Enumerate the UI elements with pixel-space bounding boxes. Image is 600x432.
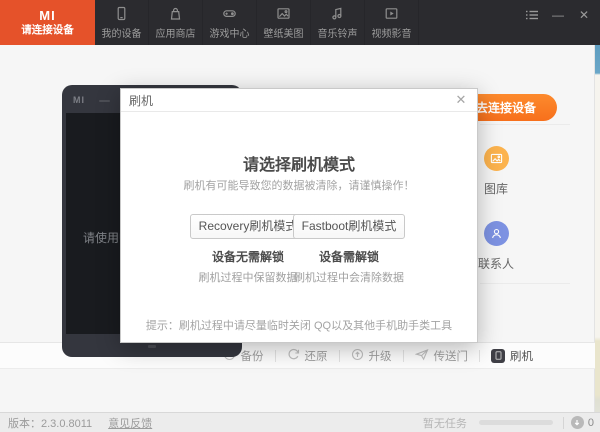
download-icon[interactable] xyxy=(570,416,584,429)
tab-wallpapers[interactable]: 壁纸美图 xyxy=(257,0,311,45)
task-progress-bar xyxy=(478,420,553,425)
flash-mode-dialog: 刷机 ✕ 请选择刷机模式 刷机有可能导致您的数据被清除，请谨慎操作！ Recov… xyxy=(120,88,478,343)
mi-logo: MI xyxy=(39,8,56,23)
fastboot-option: Fastboot刷机模式 设备需解锁 刷机过程中会清除数据 xyxy=(274,214,424,285)
task-area: 暂无任务 0 xyxy=(423,415,600,431)
tab-music[interactable]: 音乐铃声 xyxy=(311,0,365,45)
header-bar: MI 请连接设备 我的设备 应用商店 游戏中心 壁纸美图 音乐铃声 视频影音 —… xyxy=(0,0,600,45)
phone-icon xyxy=(114,6,129,26)
tab-app-store[interactable]: 应用商店 xyxy=(149,0,203,45)
toolbar-label: 升级 xyxy=(368,350,392,363)
toolbar-label: 还原 xyxy=(304,350,328,363)
phone-speaker xyxy=(99,100,110,102)
gallery-picture-icon xyxy=(483,146,509,171)
portal-plane-icon xyxy=(414,348,429,364)
toolbar-label: 刷机 xyxy=(510,350,533,363)
nav-tabs: 我的设备 应用商店 游戏中心 壁纸美图 音乐铃声 视频影音 xyxy=(95,0,419,45)
music-icon xyxy=(330,6,345,26)
tab-label: 游戏中心 xyxy=(209,28,250,40)
divider xyxy=(274,349,276,362)
fastboot-option-desc: 刷机过程中会清除数据 xyxy=(294,272,404,284)
fastboot-option-subtitle: 设备需解锁 xyxy=(318,250,379,264)
tab-video[interactable]: 视频影音 xyxy=(365,0,419,45)
bag-icon xyxy=(168,6,183,26)
phone-home-button xyxy=(148,345,156,348)
tab-label: 视频影音 xyxy=(371,28,412,40)
window-controls: — ✕ xyxy=(524,0,592,30)
tab-label: 音乐铃声 xyxy=(317,28,358,40)
dialog-heading: 请选择刷机模式 xyxy=(242,157,355,174)
phone-mi-logo: MI xyxy=(73,95,85,105)
video-icon xyxy=(384,6,399,26)
restore-button[interactable]: 还原 xyxy=(287,348,328,364)
tab-my-device[interactable]: 我的设备 xyxy=(95,0,149,45)
version-area: 版本：2.3.0.8011 意见反馈 xyxy=(0,415,152,431)
tab-label: 应用商店 xyxy=(155,28,196,40)
portal-button[interactable]: 传送门 xyxy=(414,348,469,364)
flash-icon xyxy=(491,348,505,363)
download-count: 0 xyxy=(587,416,594,429)
fastboot-mode-button[interactable]: Fastboot刷机模式 xyxy=(292,214,406,239)
tab-label: 壁纸美图 xyxy=(263,28,304,40)
tab-label: 我的设备 xyxy=(101,28,142,40)
dialog-warning-text: 刷机有可能导致您的数据被清除，请谨慎操作！ xyxy=(183,180,415,192)
minimize-icon[interactable]: — xyxy=(550,7,566,23)
task-status-text: 暂无任务 xyxy=(422,417,467,430)
close-icon[interactable]: ✕ xyxy=(576,7,592,23)
contacts-person-icon xyxy=(483,221,509,246)
divider xyxy=(402,349,404,362)
background-window-sliver xyxy=(595,45,600,432)
flash-button[interactable]: 刷机 xyxy=(491,348,533,364)
version-text: 版本：2.3.0.8011 xyxy=(8,417,93,430)
upgrade-button[interactable]: 升级 xyxy=(351,348,392,364)
connect-status-label: 请连接设备 xyxy=(21,24,74,36)
menu-list-icon[interactable] xyxy=(524,7,540,23)
toolbar-label: 备份 xyxy=(240,350,264,363)
divider xyxy=(562,416,564,429)
toolbar-label: 传送门 xyxy=(433,350,469,363)
divider xyxy=(480,124,570,125)
dialog-tip-text: 提示：刷机过程中请尽量临时关闭 QQ以及其他手机助手类工具 xyxy=(145,320,453,332)
tab-game-center[interactable]: 游戏中心 xyxy=(203,0,257,45)
upgrade-icon xyxy=(351,348,364,364)
gamepad-icon xyxy=(222,6,237,26)
dialog-title: 刷机 xyxy=(129,93,154,108)
picture-icon xyxy=(276,6,291,26)
restore-icon xyxy=(287,348,300,364)
dialog-close-icon[interactable]: ✕ xyxy=(453,92,469,108)
feedback-link[interactable]: 意见反馈 xyxy=(108,415,152,431)
dialog-titlebar: 刷机 ✕ xyxy=(121,89,477,112)
divider xyxy=(338,349,340,362)
status-bar: 版本：2.3.0.8011 意见反馈 暂无任务 0 xyxy=(0,412,600,432)
app-window: MI 请连接设备 我的设备 应用商店 游戏中心 壁纸美图 音乐铃声 视频影音 —… xyxy=(0,0,600,432)
brand-block[interactable]: MI 请连接设备 xyxy=(0,0,95,45)
divider xyxy=(480,283,570,284)
divider xyxy=(479,349,480,362)
